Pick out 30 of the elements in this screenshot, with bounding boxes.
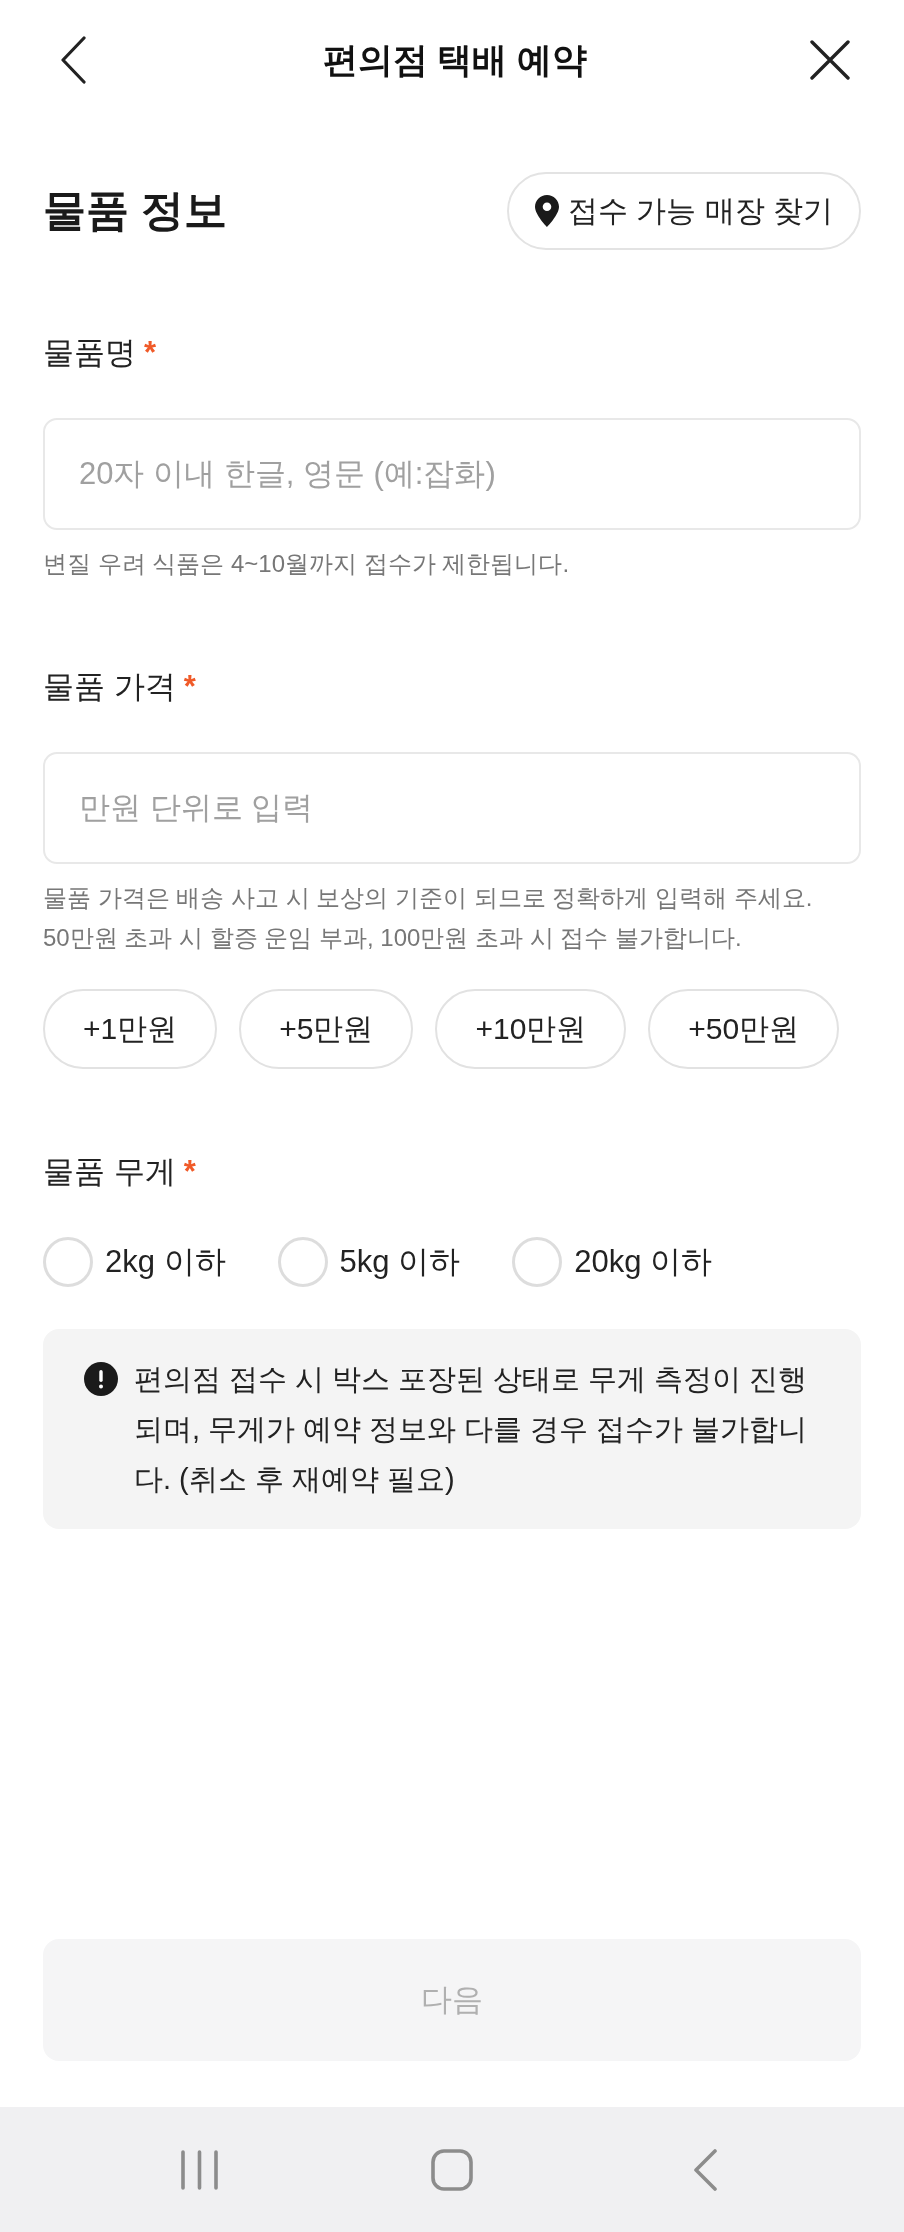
find-store-button[interactable]: 접수 가능 매장 찾기 <box>507 172 861 250</box>
required-mark: * <box>183 669 196 705</box>
notice-text: 편의점 접수 시 박스 포장된 상태로 무게 측정이 진행되며, 무게가 예약 정보와 다를 경우 접수가 불가합니다. (취소 후 재예약 필요) <box>134 1362 809 1497</box>
section-title: 물품 정보 <box>43 185 227 236</box>
amount-chip[interactable]: +50만원 <box>648 989 840 1069</box>
weight-option[interactable]: 20kg 이하 <box>512 1237 713 1287</box>
page-title: 편의점 택배 예약 <box>322 38 588 81</box>
amount-chip[interactable]: +5만원 <box>239 989 414 1069</box>
weight-option[interactable]: 2kg 이하 <box>43 1237 226 1287</box>
close-button[interactable] <box>810 40 850 80</box>
back-button[interactable] <box>60 36 86 84</box>
field-label: 물품 무게 <box>43 1153 176 1191</box>
weight-option[interactable]: 5kg 이하 <box>277 1237 461 1287</box>
exclamation-icon <box>84 1362 118 1396</box>
required-mark: * <box>144 335 157 371</box>
field-label: 물품명 <box>43 334 136 372</box>
recent-apps-icon[interactable] <box>180 2149 218 2190</box>
home-icon[interactable] <box>431 2148 473 2191</box>
amount-chip[interactable]: +10만원 <box>435 989 627 1069</box>
helper-text: 변질 우려 식품은 4~10월까지 접수가 제한됩니다. <box>43 549 571 579</box>
text-input-field[interactable]: 만원 단위로 입력 <box>43 752 861 864</box>
chevron-left-icon <box>60 36 86 84</box>
close-icon <box>810 40 850 80</box>
back-icon[interactable] <box>693 2148 717 2191</box>
field-label: 물품 가격 <box>43 668 176 706</box>
helper-text: 물품 가격은 배송 사고 시 보상의 기준이 되므로 정확하게 입력해 주세요. 50만원 초과 시 할증 운임 부과, 100만원 초과 시 접수 불가합니다. <box>43 883 814 953</box>
text-input-field[interactable]: 20자 이내 한글, 영문 (예:잡화) <box>43 418 861 530</box>
required-mark: * <box>183 1154 196 1190</box>
amount-chip[interactable]: +1만원 <box>43 989 218 1069</box>
location-pin-icon <box>535 195 559 227</box>
